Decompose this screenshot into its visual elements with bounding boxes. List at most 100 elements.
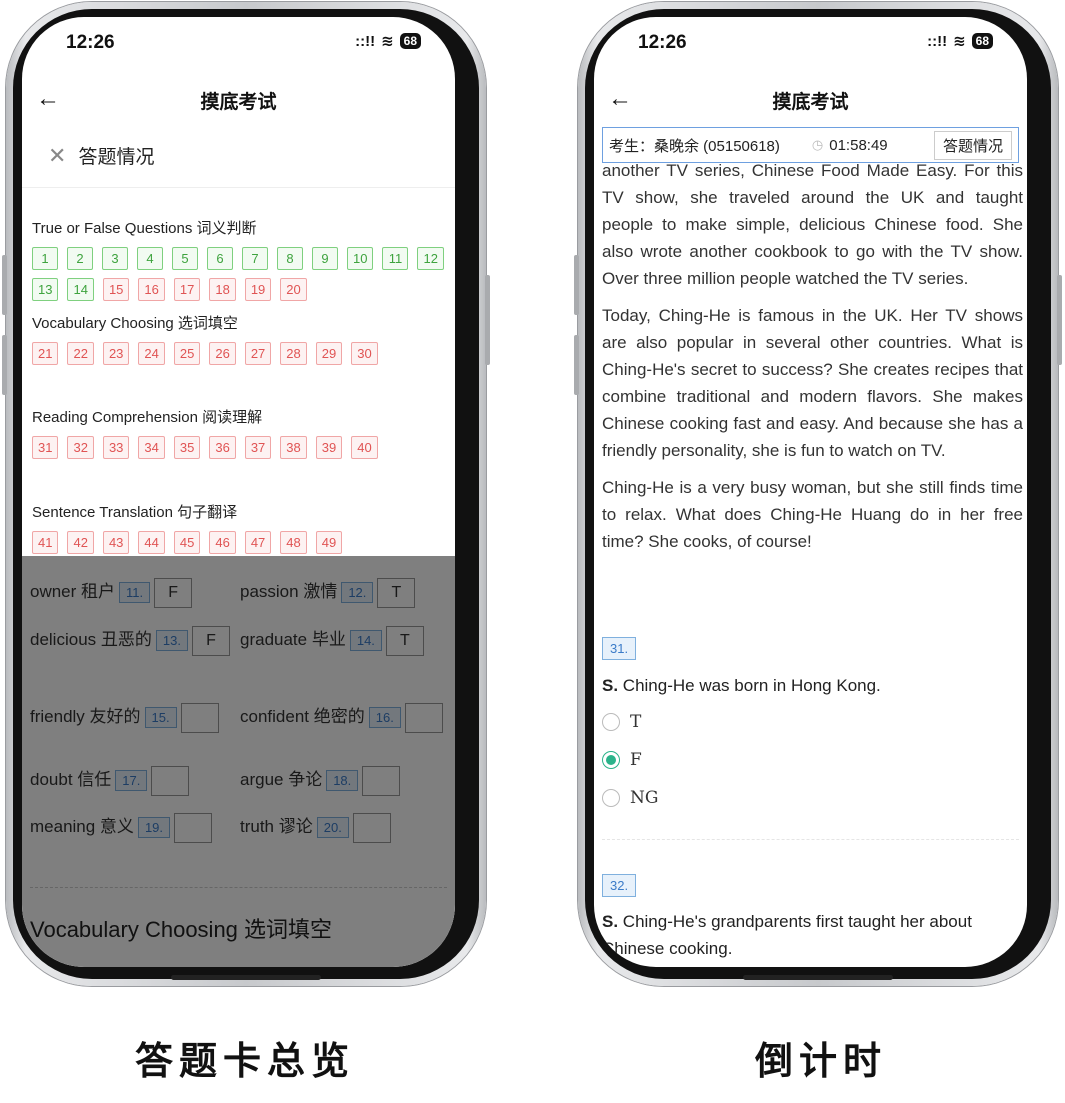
home-indicator [743, 975, 893, 980]
status-bar: 12:26 ::!! ≋ 68 [594, 17, 1027, 69]
answer-cell-wrong[interactable]: 47 [244, 531, 272, 554]
radio-icon[interactable] [602, 713, 620, 731]
answer-cell-correct[interactable]: 7 [242, 247, 268, 270]
battery-icon: 68 [971, 33, 993, 49]
page-title: 摸底考试 [772, 92, 849, 113]
caption-left: 答题卡总览 [135, 1038, 356, 1083]
nav-bar: ← 摸底考试 [22, 79, 455, 123]
passage-paragraph: another TV series, Chinese Food Made Eas… [602, 161, 1023, 288]
answer-cell-correct[interactable]: 4 [137, 247, 163, 270]
answer-cell-correct[interactable]: 12 [417, 247, 444, 270]
volume-button [2, 335, 7, 395]
answer-cell-wrong[interactable]: 37 [244, 436, 272, 459]
question-list: owner 租户11.Fpassion 激情12.Tdelicious 丑恶的1… [22, 547, 455, 967]
answer-cell-correct[interactable]: 8 [277, 247, 303, 270]
answer-cell-correct[interactable]: 10 [347, 247, 374, 270]
answer-cell-correct[interactable]: 11 [382, 247, 409, 270]
answer-cell-wrong[interactable]: 28 [280, 342, 307, 365]
caption-right: 倒计时 [755, 1038, 888, 1083]
answer-cell-wrong[interactable]: 46 [209, 531, 236, 554]
timer-value: 01:58:49 [829, 136, 888, 154]
answer-cell-wrong[interactable]: 43 [102, 531, 130, 554]
question-statement: Ching-He's grandparents first taught her… [602, 912, 972, 958]
answer-cell-wrong[interactable]: 39 [315, 436, 343, 459]
answer-cell-wrong[interactable]: 34 [138, 436, 165, 459]
student-info: 考生：桑晚余 (05150618) [609, 137, 780, 155]
signal-icon: ::!! [355, 32, 376, 50]
status-indicators: ::!! ≋ 68 [927, 32, 993, 50]
answer-cell-wrong[interactable]: 22 [67, 342, 94, 365]
phone-frame-right: 12:26 ::!! ≋ 68 ← 摸底考试 考生：桑晚余 (05150618)… [578, 2, 1058, 986]
answer-cell-wrong[interactable]: 15 [102, 278, 130, 301]
modal-overlay[interactable] [22, 547, 455, 967]
answer-cell-wrong[interactable]: 48 [280, 531, 307, 554]
answer-cell-wrong[interactable]: 20 [280, 278, 307, 301]
answer-cell-wrong[interactable]: 23 [102, 342, 130, 365]
answer-cell-wrong[interactable]: 25 [173, 342, 201, 365]
question-text: S. Ching-He's grandparents first taught … [602, 908, 1017, 962]
radio-selected-icon[interactable] [602, 751, 620, 769]
answer-cell-wrong[interactable]: 29 [315, 342, 343, 365]
phone-frame-left: 12:26 ::!! ≋ 68 ← 摸底考试 owner 租户11.Fpassi… [6, 2, 486, 986]
question-number: 31. [602, 637, 637, 660]
wifi-icon: ≋ [381, 33, 394, 50]
answer-cell-wrong[interactable]: 42 [67, 531, 94, 554]
status-bar: 12:26 ::!! ≋ 68 [22, 17, 455, 69]
answer-cell-wrong[interactable]: 45 [173, 531, 201, 554]
answer-cell-wrong[interactable]: 49 [315, 531, 343, 554]
exam-info-bar: 考生：桑晚余 (05150618) ◷ 01:58:49 答题情况 [602, 127, 1019, 163]
answer-cell-wrong[interactable]: 17 [173, 278, 201, 301]
sheet-header: ✕ 答题情况 [48, 142, 154, 169]
group-title: Sentence Translation 句子翻译 [32, 504, 238, 521]
answer-cell-wrong[interactable]: 33 [102, 436, 130, 459]
answer-cell-correct[interactable]: 13 [32, 278, 59, 301]
answer-sheet-panel: ✕ 答题情况 True or False Questions 词义判断 1 2 3 4 5… [22, 132, 455, 556]
question-number: 32. [602, 874, 637, 897]
answer-cell-wrong[interactable]: 30 [351, 342, 378, 365]
answer-cell-wrong[interactable]: 24 [138, 342, 165, 365]
radio-icon[interactable] [602, 789, 620, 807]
page-title: 摸底考试 [200, 92, 277, 113]
answer-cell-wrong[interactable]: 36 [209, 436, 236, 459]
answer-cell-correct[interactable]: 5 [172, 247, 198, 270]
question-grid: 31 32 33 34 35 36 37 38 39 40 [32, 436, 452, 459]
power-button [485, 275, 490, 365]
answer-cell-wrong[interactable]: 44 [138, 531, 165, 554]
question-grid: 41 42 43 44 45 46 47 48 49 [32, 531, 452, 554]
question-prefix: S. [602, 912, 619, 931]
question-grid: 1 2 3 4 5 6 7 8 9 10 11 12 13 14 15 16 17 18 19 20 [32, 247, 452, 301]
answer-cell-correct[interactable]: 1 [32, 247, 58, 270]
answer-cell-wrong[interactable]: 21 [32, 342, 59, 365]
option-t[interactable]: T [602, 712, 641, 732]
answer-cell-correct[interactable]: 9 [312, 247, 338, 270]
screen-answer-sheet: 12:26 ::!! ≋ 68 ← 摸底考试 owner 租户11.Fpassi… [22, 17, 455, 967]
option-ng[interactable]: NG [602, 788, 658, 808]
answer-cell-wrong[interactable]: 40 [351, 436, 378, 459]
answer-sheet-button[interactable]: 答题情况 [933, 130, 1012, 160]
passage-paragraph: Today, Ching-He is famous in the UK. Her… [602, 306, 1023, 460]
answer-cell-wrong[interactable]: 18 [209, 278, 236, 301]
answer-cell-correct[interactable]: 6 [207, 247, 233, 270]
answer-cell-wrong[interactable]: 27 [244, 342, 272, 365]
answer-cell-wrong[interactable]: 19 [244, 278, 272, 301]
answer-cell-wrong[interactable]: 16 [138, 278, 165, 301]
answer-cell-wrong[interactable]: 41 [32, 531, 59, 554]
answer-cell-wrong[interactable]: 26 [209, 342, 236, 365]
answer-cell-wrong[interactable]: 38 [280, 436, 307, 459]
close-icon[interactable]: ✕ [48, 143, 66, 169]
answer-cell-wrong[interactable]: 32 [67, 436, 94, 459]
answer-cell-wrong[interactable]: 35 [173, 436, 201, 459]
signal-icon: ::!! [927, 32, 948, 50]
divider [22, 187, 455, 188]
group-title: True or False Questions 词义判断 [32, 220, 257, 237]
status-indicators: ::!! ≋ 68 [355, 32, 421, 50]
answer-cell-correct[interactable]: 14 [67, 278, 94, 301]
group-title: Reading Comprehension 阅读理解 [32, 409, 263, 426]
question-prefix: S. [602, 676, 619, 695]
group-title: Vocabulary Choosing 选词填空 [32, 315, 238, 332]
answer-cell-correct[interactable]: 2 [67, 247, 93, 270]
question-statement: Ching-He was born in Hong Kong. [622, 676, 881, 695]
option-f[interactable]: F [602, 750, 642, 770]
answer-cell-wrong[interactable]: 31 [32, 436, 59, 459]
answer-cell-correct[interactable]: 3 [102, 247, 128, 270]
